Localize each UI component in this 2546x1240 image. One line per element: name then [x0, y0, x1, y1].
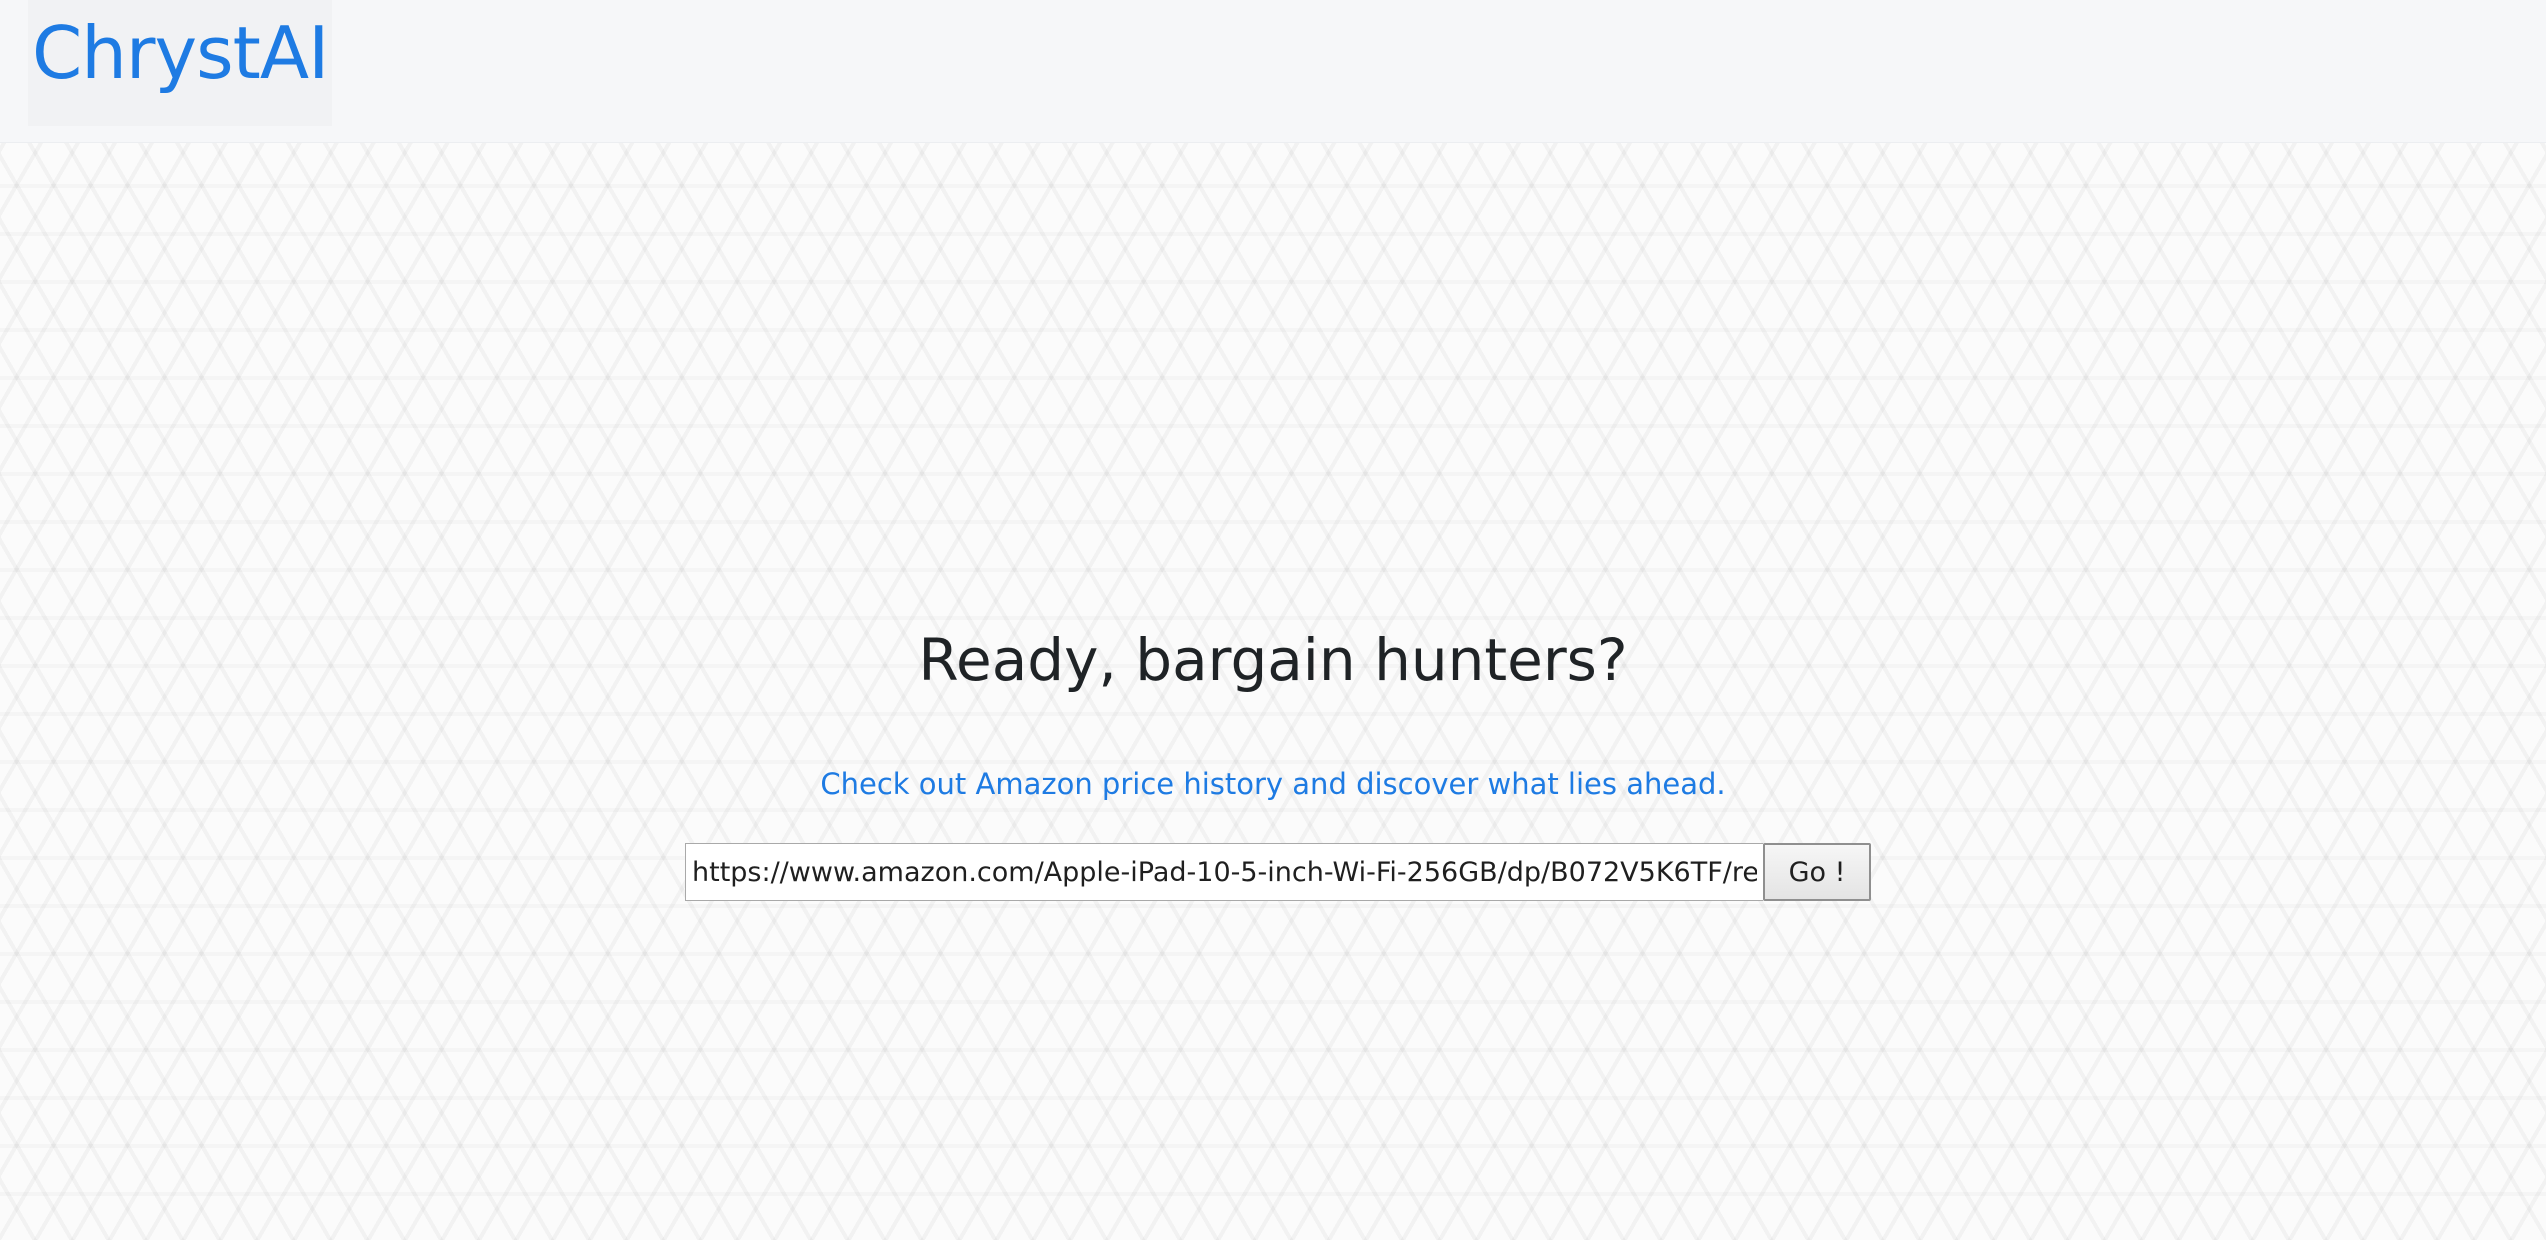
page-title: Ready, bargain hunters?: [918, 626, 1628, 694]
product-url-form: Go !: [685, 843, 1871, 901]
go-button[interactable]: Go !: [1763, 843, 1871, 901]
brand-logo-link[interactable]: ChrystAI: [28, 0, 333, 126]
navbar: ChrystAI: [0, 0, 2546, 143]
hero-subtitle: Check out Amazon price history and disco…: [820, 767, 1726, 801]
product-url-input[interactable]: [685, 843, 1763, 901]
